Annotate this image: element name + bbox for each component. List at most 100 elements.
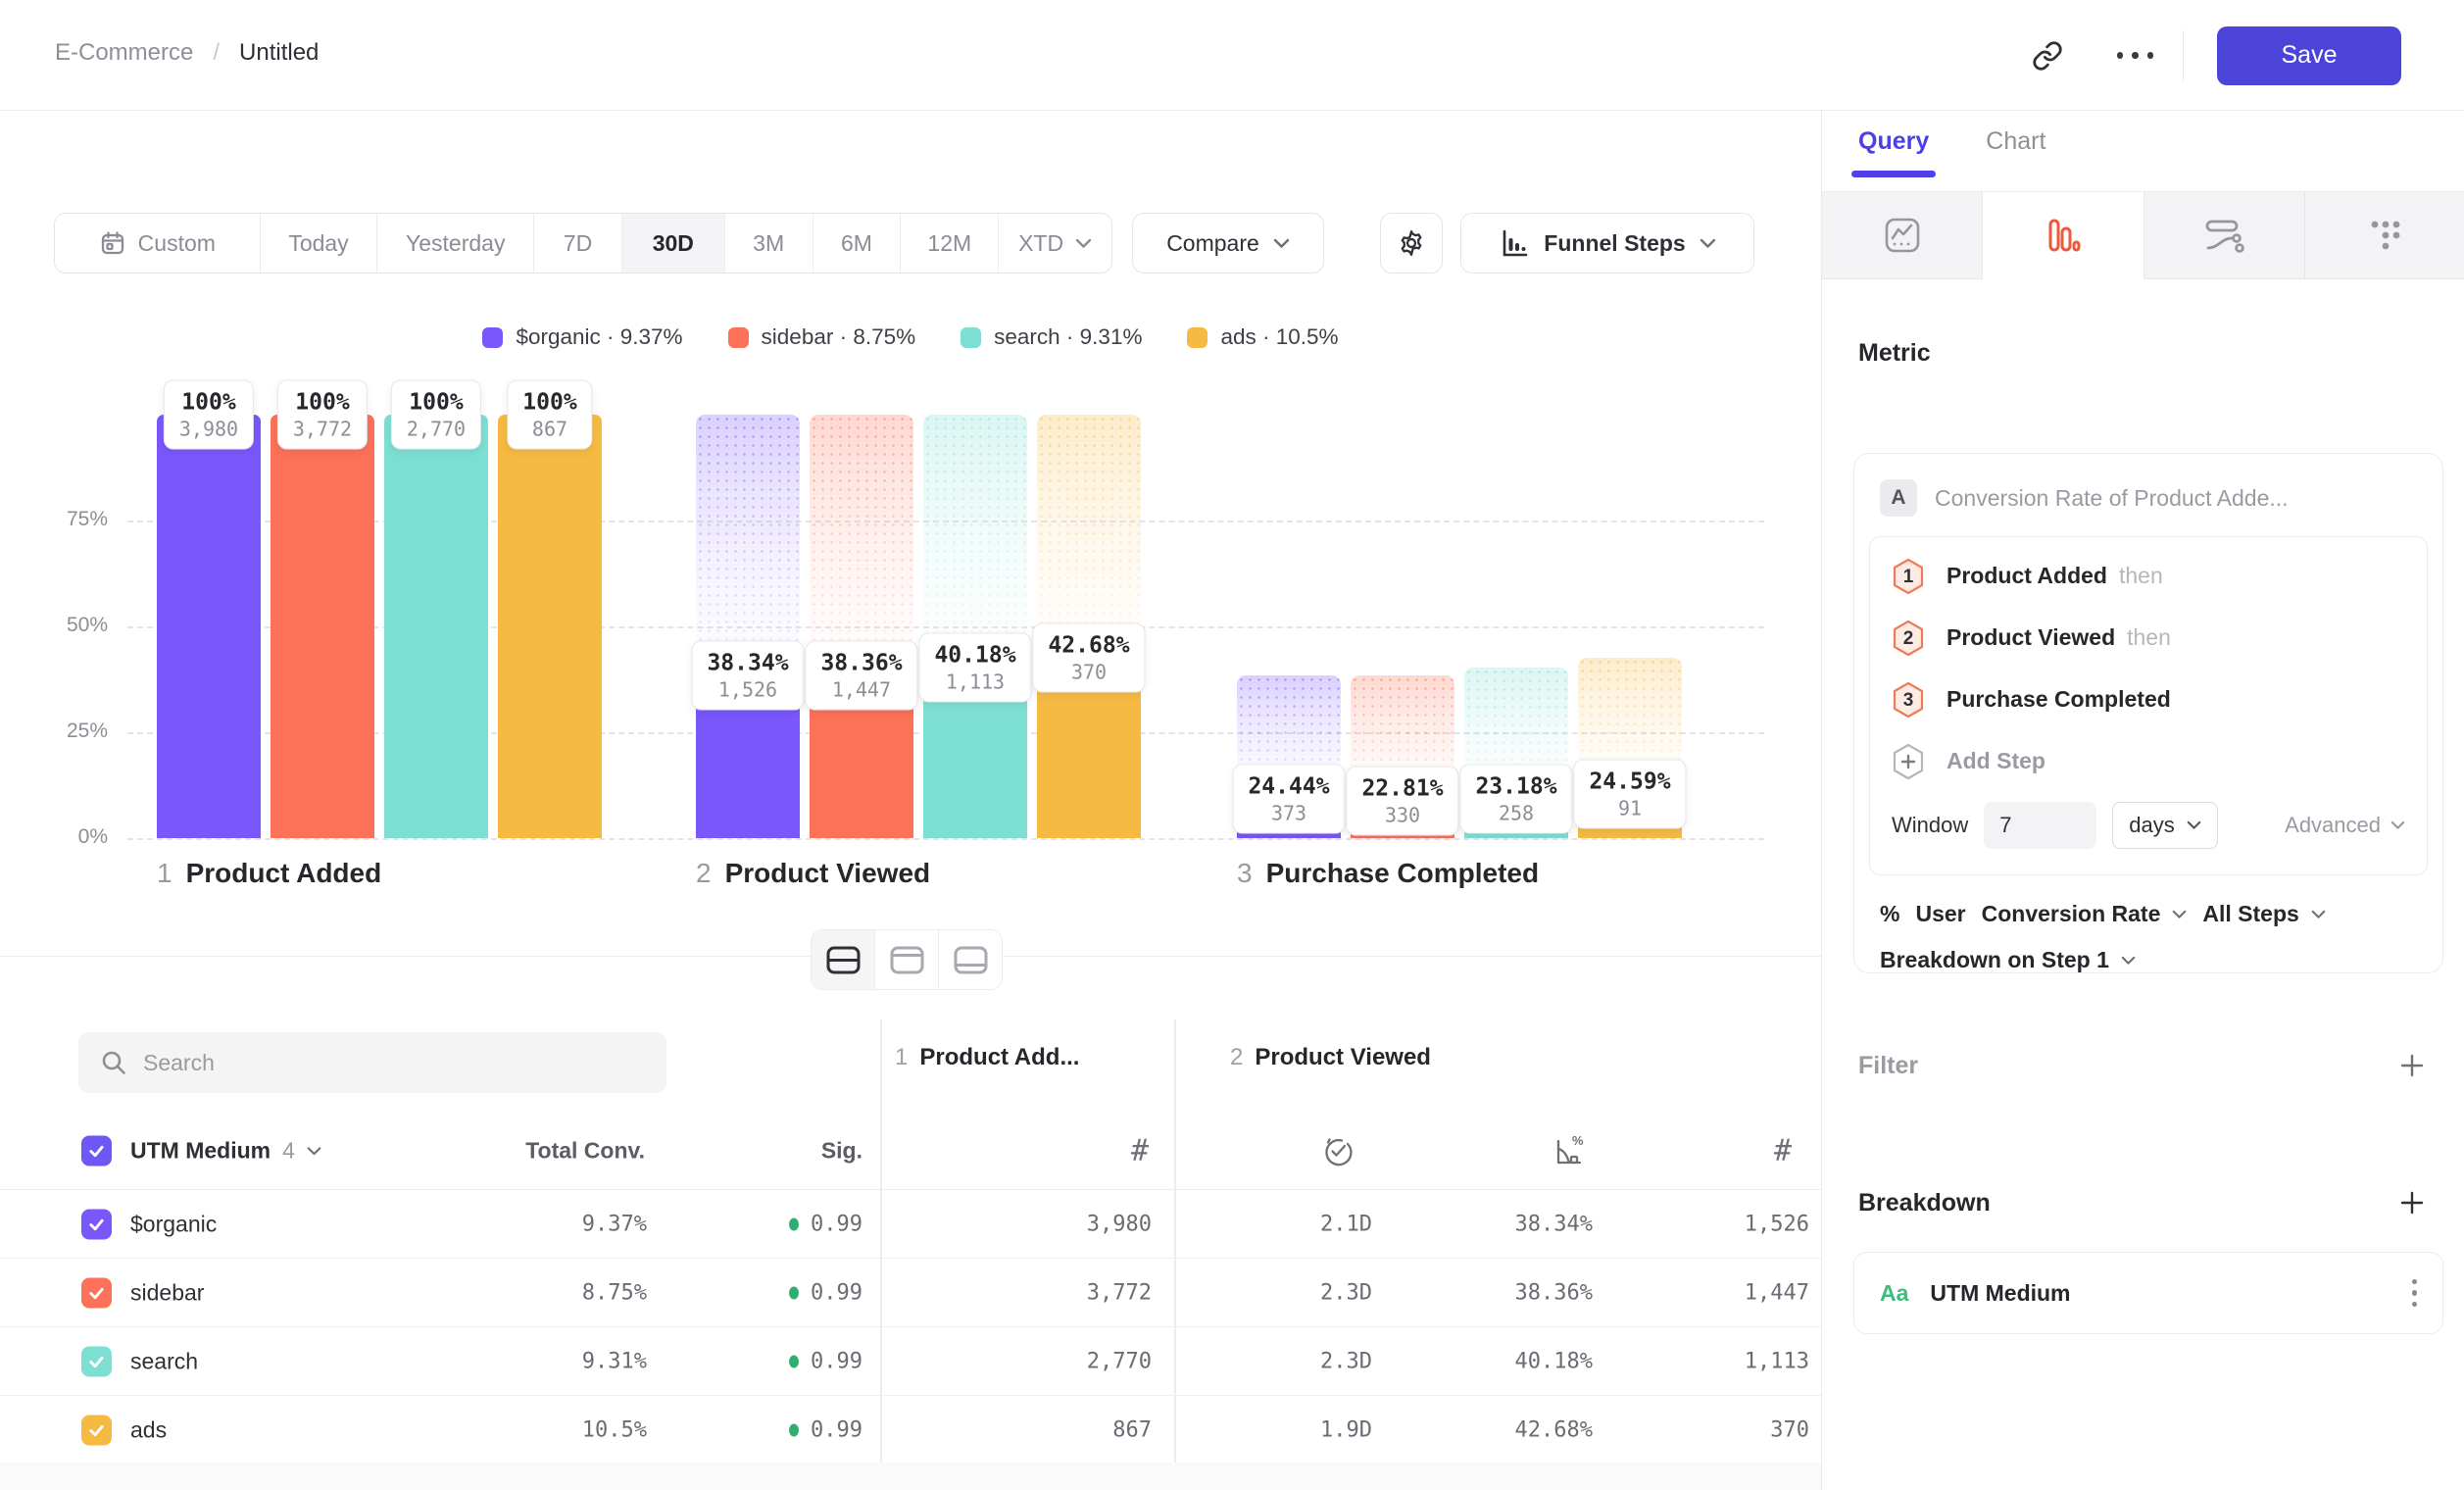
search-input[interactable] bbox=[143, 1050, 645, 1076]
count-column-icon[interactable]: # bbox=[1774, 1134, 1792, 1168]
chart-type-flow[interactable] bbox=[2144, 192, 2305, 279]
select-all-checkbox[interactable] bbox=[81, 1136, 112, 1167]
view-toggle-chart-only[interactable] bbox=[875, 930, 939, 989]
chart-view-icon bbox=[889, 945, 925, 975]
query-step-2[interactable]: 2Product Viewedthen bbox=[1870, 607, 2427, 669]
measure-scope-select[interactable]: All Steps bbox=[2202, 901, 2298, 927]
svg-text:3: 3 bbox=[1903, 690, 1914, 711]
query-step-label: Product Added bbox=[1947, 563, 2107, 589]
chart-settings-button[interactable] bbox=[1380, 213, 1443, 273]
window-unit-select[interactable]: days bbox=[2112, 802, 2217, 849]
conversion-rate-column-icon[interactable]: % bbox=[1551, 1133, 1586, 1168]
kebab-menu-icon[interactable] bbox=[2412, 1279, 2418, 1308]
chart-type-funnel[interactable] bbox=[1983, 192, 2144, 279]
window-label: Window bbox=[1892, 813, 1968, 838]
add-step-button[interactable]: Add Step bbox=[1870, 730, 2427, 792]
range-xtd[interactable]: XTD bbox=[999, 214, 1111, 273]
legend-item-sidebar[interactable]: sidebar · 8.75% bbox=[728, 324, 916, 350]
sig-column-header[interactable]: Sig. bbox=[821, 1138, 862, 1165]
table-row-search[interactable]: search9.31%0.992,7702.3D40.18%1,113 bbox=[0, 1327, 1821, 1396]
add-filter-button[interactable] bbox=[2397, 1051, 2427, 1080]
bar-organic-step2[interactable]: 38.34%1,526 bbox=[696, 415, 800, 838]
view-toggle-table-only[interactable] bbox=[939, 930, 1002, 989]
bar-search-step1[interactable]: 100%2,770 bbox=[384, 415, 488, 838]
bar-sidebar-step3[interactable]: 22.81%330 bbox=[1351, 415, 1454, 838]
significance-dot bbox=[789, 1423, 799, 1436]
range-3m[interactable]: 3M bbox=[725, 214, 813, 273]
row-label: $organic bbox=[130, 1211, 217, 1237]
view-toggle-split[interactable] bbox=[812, 930, 875, 989]
breakdown-on-select[interactable]: Breakdown on Step 1 bbox=[1854, 927, 2442, 973]
tab-chart[interactable]: Chart bbox=[1986, 127, 2045, 170]
count-column-icon[interactable]: # bbox=[1131, 1134, 1149, 1168]
advanced-toggle[interactable]: Advanced bbox=[2285, 813, 2405, 838]
total-conv-column-header[interactable]: Total Conv. bbox=[525, 1138, 645, 1165]
range-12m[interactable]: 12M bbox=[901, 214, 999, 273]
table-step1-header[interactable]: 1 Product Add... bbox=[895, 1044, 1079, 1071]
bar-group-step-2: 38.34%1,52638.36%1,44740.18%1,11342.68%3… bbox=[696, 415, 1141, 838]
table-step2-header[interactable]: 2 Product Viewed bbox=[1230, 1044, 1431, 1071]
bar-ads-step1[interactable]: 100%867 bbox=[498, 415, 602, 838]
range-30d[interactable]: 30D bbox=[622, 214, 725, 273]
panel-tabs: Query Chart bbox=[1858, 127, 2045, 170]
row-checkbox[interactable] bbox=[81, 1209, 112, 1239]
topbar-divider bbox=[2183, 30, 2185, 81]
metric-card: A Conversion Rate of Product Adde... 1 Pr… bbox=[1853, 453, 2443, 973]
query-step-3[interactable]: 3Purchase Completed bbox=[1870, 669, 2427, 730]
sig-number: 0.99 bbox=[811, 1349, 862, 1373]
chart-type-line[interactable] bbox=[1822, 192, 1983, 279]
table-row-sidebar[interactable]: sidebar8.75%0.993,7722.3D38.36%1,447 bbox=[0, 1259, 1821, 1327]
tab-query[interactable]: Query bbox=[1858, 127, 1929, 170]
significance-value: 0.99 bbox=[789, 1349, 862, 1373]
row-checkbox[interactable] bbox=[81, 1346, 112, 1376]
breadcrumb-parent[interactable]: E-Commerce bbox=[55, 39, 193, 67]
query-step-1[interactable]: 1Product Addedthen bbox=[1870, 545, 2427, 607]
add-breakdown-button[interactable] bbox=[2397, 1188, 2427, 1217]
bar-organic-step1[interactable]: 100%3,980 bbox=[157, 415, 261, 838]
svg-text:1: 1 bbox=[1903, 567, 1914, 587]
measure-type-select[interactable]: Conversion Rate bbox=[1982, 901, 2161, 927]
bar-ads-step2[interactable]: 42.68%370 bbox=[1037, 415, 1141, 838]
row-label: sidebar bbox=[130, 1279, 204, 1306]
bar-percent: 100% bbox=[179, 390, 238, 416]
range-7d[interactable]: 7D bbox=[534, 214, 622, 273]
more-options-button[interactable] bbox=[2106, 26, 2165, 85]
add-step-icon bbox=[1892, 743, 1925, 780]
bar-ads-step3[interactable]: 24.59%91 bbox=[1578, 415, 1682, 838]
row-checkbox[interactable] bbox=[81, 1415, 112, 1445]
row-checkbox[interactable] bbox=[81, 1277, 112, 1308]
chart-type-button[interactable]: Funnel Steps bbox=[1460, 213, 1754, 273]
bar-sidebar-step1[interactable]: 100%3,772 bbox=[271, 415, 374, 838]
main-content: CustomTodayYesterday7D30D3M6M12MXTD Comp… bbox=[0, 111, 1821, 1490]
metric-title-row[interactable]: A Conversion Rate of Product Adde... bbox=[1854, 454, 2442, 517]
step-badge-icon: 1 bbox=[1892, 558, 1925, 595]
bar-search-step2[interactable]: 40.18%1,113 bbox=[923, 415, 1027, 838]
bar-organic-step3[interactable]: 24.44%373 bbox=[1237, 415, 1341, 838]
bar-search-step3[interactable]: 23.18%258 bbox=[1464, 415, 1568, 838]
legend-item-ads[interactable]: ads · 10.5% bbox=[1187, 324, 1338, 350]
range-6m[interactable]: 6M bbox=[813, 214, 902, 273]
breakdown-item-utm-medium[interactable]: Aa UTM Medium bbox=[1853, 1252, 2443, 1334]
share-link-button[interactable] bbox=[2018, 26, 2077, 85]
compare-button[interactable]: Compare bbox=[1132, 213, 1324, 273]
measure-entity[interactable]: User bbox=[1915, 901, 1965, 927]
time-to-convert-icon[interactable] bbox=[1321, 1134, 1355, 1167]
row-label: search bbox=[130, 1348, 198, 1374]
range-custom[interactable]: Custom bbox=[55, 214, 261, 273]
chart-type-dots[interactable] bbox=[2305, 192, 2464, 279]
legend-item-organic[interactable]: $organic · 9.37% bbox=[482, 324, 682, 350]
measure-prefix[interactable]: % bbox=[1880, 901, 1899, 927]
bar-group-step-3: 24.44%37322.81%33023.18%25824.59%91 bbox=[1237, 415, 1682, 838]
breakdown-column-header[interactable]: UTM Medium 4 bbox=[130, 1138, 321, 1165]
window-value-input[interactable] bbox=[1984, 802, 2096, 849]
save-button[interactable]: Save bbox=[2217, 26, 2401, 85]
step2-conversion: 38.34% bbox=[1515, 1212, 1593, 1236]
bar-sidebar-step2[interactable]: 38.36%1,447 bbox=[810, 415, 913, 838]
table-row-organic[interactable]: $organic9.37%0.993,9802.1D38.34%1,526 bbox=[0, 1190, 1821, 1259]
breadcrumb-current[interactable]: Untitled bbox=[239, 39, 319, 67]
range-yesterday[interactable]: Yesterday bbox=[377, 214, 534, 273]
legend-item-search[interactable]: search · 9.31% bbox=[961, 324, 1142, 350]
chevron-down-icon bbox=[2172, 910, 2187, 919]
range-today[interactable]: Today bbox=[261, 214, 378, 273]
table-row-ads[interactable]: ads10.5%0.998671.9D42.68%370 bbox=[0, 1396, 1821, 1465]
